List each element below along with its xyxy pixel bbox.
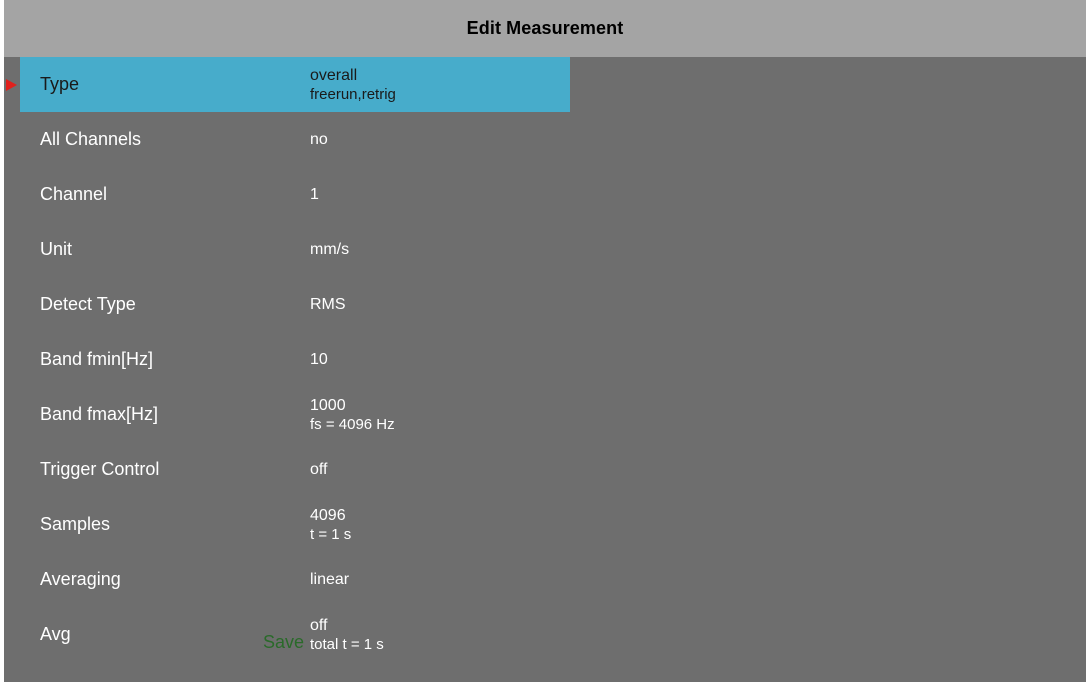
save-button[interactable]: Save <box>263 632 304 653</box>
setting-row-trigger-control[interactable]: Trigger Control off <box>20 442 570 497</box>
setting-row-all-channels[interactable]: All Channels no <box>20 112 570 167</box>
setting-value-sub: total t = 1 s <box>310 635 384 653</box>
settings-list: Type overall freerun,retrig All Channels… <box>4 57 1086 662</box>
setting-row-band-fmax[interactable]: Band fmax[Hz] 1000 fs = 4096 Hz <box>20 387 570 442</box>
setting-row-averaging[interactable]: Averaging linear <box>20 552 570 607</box>
setting-value-sub: fs = 4096 Hz <box>310 415 395 433</box>
setting-row-unit[interactable]: Unit mm/s <box>20 222 570 277</box>
setting-value-main: off <box>310 616 328 634</box>
setting-label: Trigger Control <box>40 459 160 479</box>
setting-label: All Channels <box>40 129 142 149</box>
setting-value: mm/s <box>310 222 349 277</box>
setting-value-main: 1000 <box>310 396 346 414</box>
edit-measurement-screen: Edit Measurement Type overall freerun,re… <box>4 0 1086 682</box>
setting-value: RMS <box>310 277 346 332</box>
setting-value: overall freerun,retrig <box>310 57 396 112</box>
setting-value-main: overall <box>310 66 358 84</box>
setting-value-main: linear <box>310 571 350 588</box>
setting-row-channel[interactable]: Channel 1 <box>20 167 570 222</box>
setting-value-main: mm/s <box>310 241 350 258</box>
setting-value: off total t = 1 s <box>310 607 384 662</box>
setting-value: 1 <box>310 167 319 222</box>
setting-row-samples[interactable]: Samples 4096 t = 1 s <box>20 497 570 552</box>
setting-value-main: off <box>310 461 328 478</box>
setting-label: Channel <box>40 184 108 204</box>
setting-row-band-fmin[interactable]: Band fmin[Hz] 10 <box>20 332 570 387</box>
setting-value: no <box>310 112 328 167</box>
setting-value-main: RMS <box>310 296 346 313</box>
setting-value: 4096 t = 1 s <box>310 497 351 552</box>
setting-value-main: 1 <box>310 186 319 203</box>
setting-label: Samples <box>40 514 111 534</box>
setting-value: 1000 fs = 4096 Hz <box>310 387 395 442</box>
setting-row-type[interactable]: Type overall freerun,retrig <box>20 57 570 112</box>
setting-label: Avg <box>40 624 71 644</box>
setting-value-sub: freerun,retrig <box>310 85 396 103</box>
setting-row-detect-type[interactable]: Detect Type RMS <box>20 277 570 332</box>
title-bar: Edit Measurement <box>4 0 1086 57</box>
setting-value-main: 4096 <box>310 506 346 524</box>
page-title: Edit Measurement <box>466 18 624 38</box>
setting-label: Type <box>40 74 80 94</box>
setting-label: Detect Type <box>40 294 136 314</box>
setting-label: Band fmin[Hz] <box>40 349 154 369</box>
setting-label: Unit <box>40 239 73 259</box>
setting-value-main: 10 <box>310 351 328 368</box>
setting-value-main: no <box>310 131 328 148</box>
setting-value-sub: t = 1 s <box>310 525 352 543</box>
setting-value: 10 <box>310 332 328 387</box>
setting-label: Averaging <box>40 569 121 589</box>
setting-label: Band fmax[Hz] <box>40 404 159 424</box>
setting-value: linear <box>310 552 349 607</box>
setting-value: off <box>310 442 328 497</box>
